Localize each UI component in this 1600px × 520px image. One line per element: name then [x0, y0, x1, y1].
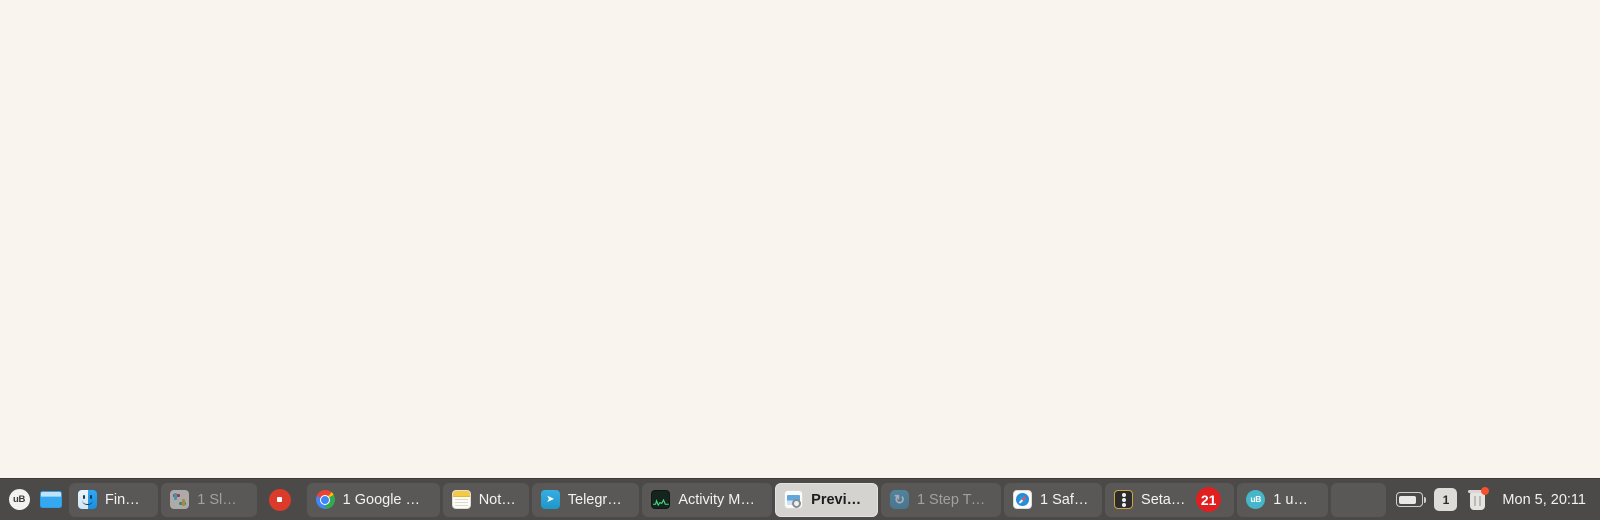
task-label: 1 Slack — [197, 491, 244, 508]
task-button-ubar[interactable]: uB 1 uBar — [1237, 482, 1329, 517]
activity-monitor-icon — [651, 490, 671, 509]
step-two-icon — [889, 490, 909, 509]
task-label: Notes — [478, 491, 516, 508]
clock[interactable]: Mon 5, 20:11 — [1502, 492, 1586, 508]
show-desktop-icon — [40, 491, 62, 508]
record-indicator-icon — [268, 488, 291, 511]
show-desktop-button[interactable] — [36, 483, 66, 517]
task-label: 1 Safari — [1040, 491, 1090, 508]
safari-icon — [1013, 490, 1033, 509]
task-label: Preview — [811, 491, 865, 508]
desktop-space-indicator[interactable]: 1 — [1434, 488, 1458, 511]
screen-record-indicator[interactable] — [260, 483, 304, 517]
notes-icon — [451, 490, 471, 509]
taskbar-empty-slot — [1331, 482, 1387, 517]
ubar-menu-button[interactable]: uB — [4, 483, 34, 517]
task-button-step-two[interactable]: 1 Step Two — [880, 482, 1002, 517]
ubar-app-icon: uB — [1246, 490, 1266, 509]
battery-icon[interactable] — [1396, 492, 1427, 507]
task-button-safari[interactable]: 1 Safari — [1004, 482, 1103, 517]
ubar-logo: uB — [8, 489, 30, 510]
task-button-preview[interactable]: Preview — [775, 482, 878, 517]
task-label: Telegram — [567, 491, 627, 508]
task-label: 1 Step Two — [916, 491, 989, 508]
slack-icon — [170, 490, 190, 509]
task-label: Finder — [105, 491, 146, 508]
taskbar: uB Finder 1 Slack 1 Google C... Notes ➤ … — [0, 478, 1600, 520]
finder-icon — [78, 490, 97, 509]
google-chrome-icon — [315, 490, 335, 509]
setapp-icon — [1114, 490, 1134, 509]
task-button-google-chrome[interactable]: 1 Google C... — [306, 482, 440, 517]
taskbar-task-list: Finder 1 Slack 1 Google C... Notes ➤ Tel… — [66, 479, 1387, 520]
trash-icon[interactable] — [1468, 486, 1490, 511]
task-button-setapp[interactable]: Setapp 21 — [1105, 482, 1235, 517]
task-button-finder[interactable]: Finder — [69, 482, 159, 517]
telegram-icon — [540, 490, 560, 509]
setapp-badge-count: 21 — [1196, 487, 1222, 512]
taskbar-status-area: 1 Mon 5, 20:11 — [1386, 479, 1600, 520]
preview-icon — [784, 490, 804, 509]
task-label: Setapp — [1141, 491, 1187, 508]
task-button-telegram[interactable]: Telegram — [531, 482, 640, 517]
task-label: 1 uBar — [1273, 491, 1316, 508]
ekg-graph-icon — [653, 499, 670, 506]
task-button-activity-monitor[interactable]: Activity Mo... — [642, 482, 773, 517]
task-label: Activity Mo... — [678, 491, 760, 508]
task-label: 1 Google C... — [342, 491, 427, 508]
desktop-background: uB Finder 1 Slack 1 Google C... Notes ➤ … — [0, 0, 1600, 520]
task-button-slack[interactable]: 1 Slack — [161, 482, 257, 517]
trash-badge-dot — [1481, 486, 1490, 495]
taskbar-tray-left: uB — [0, 479, 66, 520]
task-button-notes[interactable]: Notes — [442, 482, 529, 517]
